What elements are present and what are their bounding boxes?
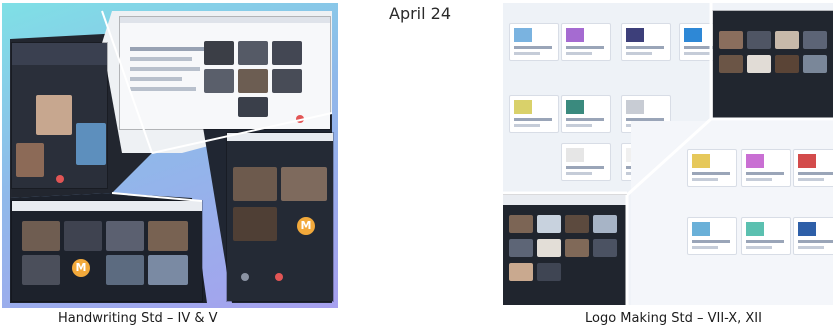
left-caption: Handwriting Std – IV & V [58,311,218,326]
collage-dividers [101,10,333,202]
handwriting-collage: M M [2,3,338,308]
collage-dividers-right [503,3,833,305]
logo-making-collage [503,3,833,305]
right-caption: Logo Making Std – VII-X, XII [585,311,762,326]
page-date: April 24 [389,4,452,23]
